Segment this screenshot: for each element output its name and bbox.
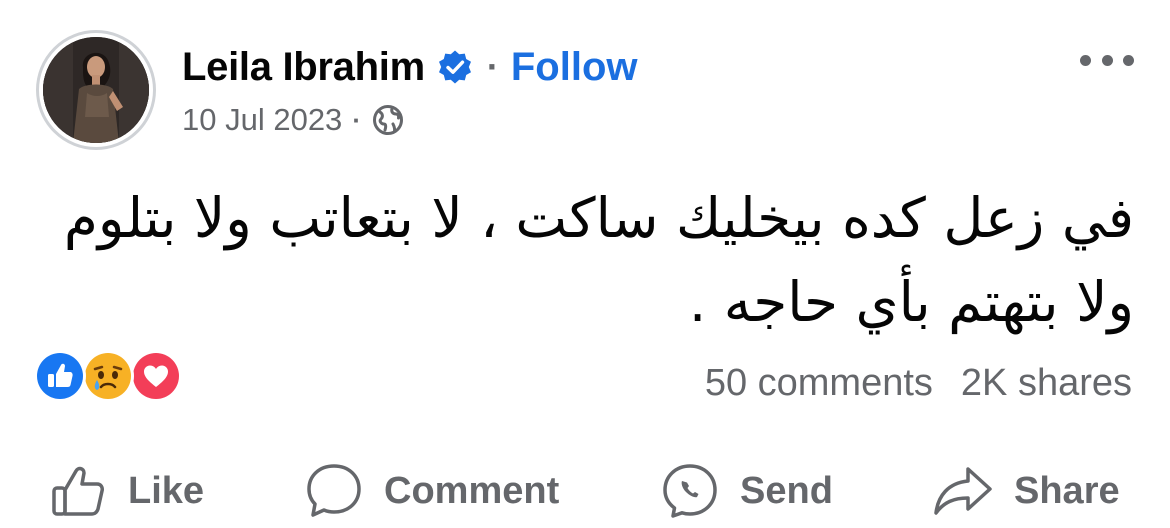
post-action-bar: Like Comment Send Share [0,460,1170,522]
more-dot [1123,54,1134,66]
shares-count[interactable]: 2K shares [961,362,1132,405]
messenger-icon [660,461,720,521]
globe-icon[interactable] [371,103,405,137]
author-name[interactable]: Leila Ibrahim [182,45,425,90]
like-reaction-icon [34,350,86,402]
follow-button[interactable]: Follow [511,45,638,90]
post-header: Leila Ibrahim · Follow [182,42,637,92]
verified-badge-icon [437,49,473,85]
meta-separator: · [352,104,361,135]
post-timestamp[interactable]: 10 Jul 2023 [182,102,342,138]
post-body-text: في زعل كده بيخليك ساكت ، لا بتعاتب ولا ب… [63,186,1134,334]
share-arrow-icon [932,461,994,521]
comment-label: Comment [384,469,560,512]
send-label: Send [740,469,833,512]
engagement-stats: 50 comments 2K shares [705,362,1132,405]
comment-bubble-icon [304,461,364,521]
like-label: Like [128,469,205,512]
share-label: Share [1014,469,1120,512]
more-dot [1080,54,1091,66]
avatar-image [43,37,149,143]
more-dot [1101,54,1113,66]
comments-count[interactable]: 50 comments [705,362,933,405]
post-meta: 10 Jul 2023 · [182,100,405,140]
thumbs-up-icon [50,462,108,520]
comment-button[interactable]: Comment [304,460,559,522]
reactions-summary[interactable] [34,350,194,404]
like-button[interactable]: Like [50,460,204,522]
share-button[interactable]: Share [932,460,1120,522]
author-avatar[interactable] [36,30,156,150]
header-separator: · [486,46,499,87]
love-reaction-icon [130,350,182,402]
sad-reaction-icon [82,350,134,402]
send-button[interactable]: Send [660,460,833,522]
more-options-icon[interactable] [1080,48,1134,72]
